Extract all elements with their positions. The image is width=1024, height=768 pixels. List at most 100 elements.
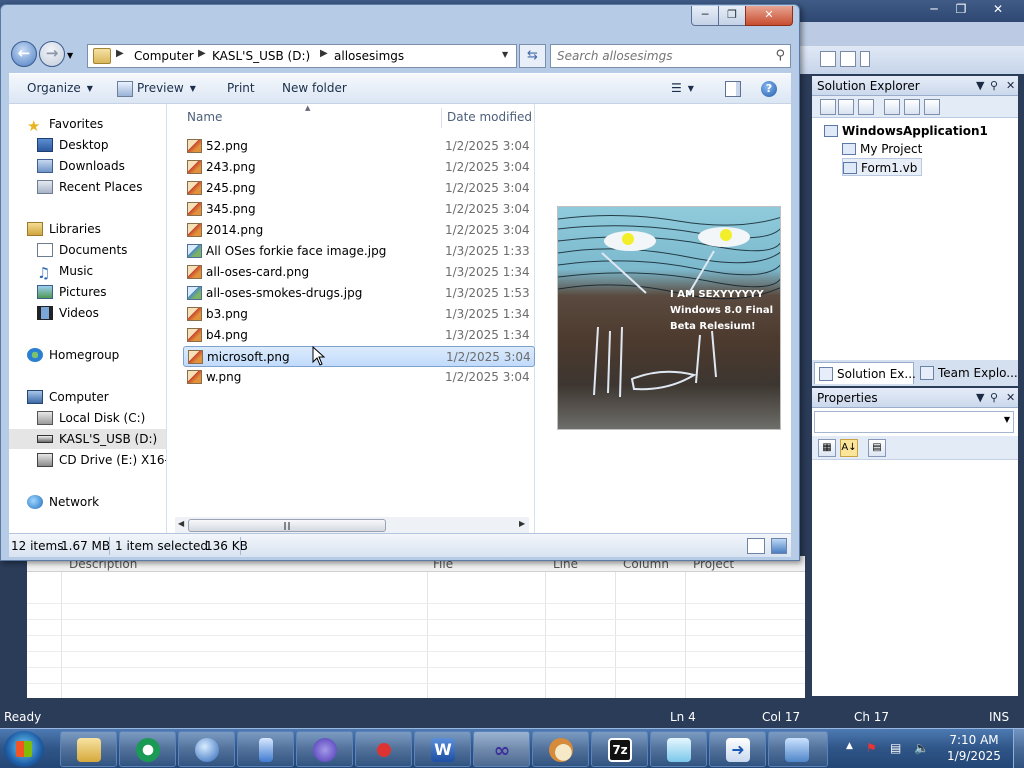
toolbar-icon-window[interactable]	[840, 51, 856, 67]
taskbar-paint[interactable]	[532, 731, 589, 767]
taskbar-notepad[interactable]	[650, 731, 707, 767]
close-icon[interactable]: ✕	[1006, 76, 1015, 96]
column-header-date[interactable]: Date modified	[447, 110, 532, 124]
nav-music[interactable]: ♫ Music	[37, 261, 93, 282]
refresh-button[interactable]: ⇆	[519, 44, 546, 68]
address-dropdown-icon[interactable]: ▼	[502, 50, 508, 59]
alphabetical-icon[interactable]: A↓	[840, 439, 858, 457]
nav-local-disk[interactable]: Local Disk (C:)	[37, 408, 145, 428]
address-bar[interactable]: ▶ Computer ▶ KASL'S_USB (D:) ▶ allosesim…	[87, 44, 517, 68]
preview-pane-icon[interactable]	[725, 81, 741, 97]
show-all-files-icon[interactable]	[838, 99, 854, 115]
nav-videos[interactable]: Videos	[37, 303, 99, 323]
nav-pictures[interactable]: Pictures	[37, 282, 107, 302]
vs-minimize-button[interactable]: ─	[920, 0, 948, 19]
taskbar-app-5[interactable]	[296, 731, 353, 767]
nav-recent-places[interactable]: Recent Places	[37, 177, 142, 197]
file-row[interactable]: All OSes forkie face image.jpg 1/3/2025 1…	[183, 241, 535, 262]
file-row[interactable]: all-oses-smokes-drugs.jpg 1/3/2025 1:53 P…	[183, 283, 535, 304]
view-designer-icon[interactable]	[904, 99, 920, 115]
help-icon[interactable]: ?	[761, 81, 777, 97]
file-row[interactable]: b4.png 1/3/2025 1:34 PM	[183, 325, 535, 346]
organize-button[interactable]: Organize ▼	[27, 81, 93, 95]
search-box[interactable]: ⚲	[550, 44, 791, 68]
nav-cd-drive[interactable]: CD Drive (E:) X16-81	[37, 450, 166, 470]
taskbar-word[interactable]: W	[414, 731, 471, 767]
horizontal-scrollbar[interactable]: ◀ ‖‖ ▶	[175, 517, 529, 534]
tree-my-project-node[interactable]: My Project	[842, 140, 922, 158]
taskbar-explorer[interactable]	[60, 731, 117, 767]
show-desktop-button[interactable]	[1013, 729, 1024, 768]
refresh-icon[interactable]	[858, 99, 874, 115]
scrollbar-thumb[interactable]: ‖‖	[188, 519, 386, 532]
taskbar-7zip[interactable]: 7z	[591, 731, 648, 767]
file-row[interactable]: 245.png 1/2/2025 3:04 AM	[183, 178, 535, 199]
tree-solution-node[interactable]: WindowsApplication1	[824, 122, 988, 140]
file-row[interactable]: 345.png 1/2/2025 3:04 AM	[183, 199, 535, 220]
file-row[interactable]: b3.png 1/3/2025 1:34 PM	[183, 304, 535, 325]
breadcrumb-computer[interactable]: Computer	[134, 49, 194, 63]
file-row[interactable]: 243.png 1/2/2025 3:04 AM	[183, 157, 535, 178]
start-button[interactable]	[4, 731, 44, 767]
minimize-button[interactable]: ─	[691, 6, 719, 26]
search-input[interactable]	[557, 48, 767, 64]
system-clock[interactable]: 7:10 AM 1/9/2025	[940, 732, 1008, 764]
new-folder-button[interactable]: New folder	[282, 81, 347, 95]
nav-downloads[interactable]: Downloads	[37, 156, 125, 176]
nav-network[interactable]: Network	[27, 492, 99, 512]
nav-documents[interactable]: Documents	[37, 240, 127, 260]
class-diagram-icon[interactable]	[924, 99, 940, 115]
volume-icon[interactable]: 🔈	[914, 741, 929, 755]
file-row[interactable]: 2014.png 1/2/2025 3:04 AM	[183, 220, 535, 241]
show-hidden-icons[interactable]: ▲	[846, 741, 853, 751]
column-header-name[interactable]: Name	[187, 110, 222, 124]
file-row[interactable]: microsoft.png 1/2/2025 3:04 AM	[183, 346, 535, 367]
breadcrumb-current-folder[interactable]: allosesimgs	[334, 49, 404, 63]
dropdown-arrow-icon[interactable]: ▼	[976, 76, 984, 96]
forward-button[interactable]: →	[39, 41, 65, 67]
details-view-icon[interactable]	[747, 538, 765, 554]
maximize-button[interactable]: ❐	[718, 6, 746, 26]
tab-team-explorer[interactable]: Team Explo...	[916, 362, 1018, 384]
view-code-icon[interactable]	[884, 99, 900, 115]
chevron-right-icon[interactable]: ▶	[198, 48, 206, 59]
tab-solution-explorer[interactable]: Solution Ex...	[814, 362, 916, 384]
chevron-right-icon[interactable]: ▶	[320, 48, 328, 59]
nav-favorites[interactable]: ★ Favorites	[27, 114, 103, 135]
chevron-right-icon[interactable]: ▶	[116, 48, 124, 59]
pin-icon[interactable]: ⚲	[990, 388, 998, 408]
preview-button[interactable]: Preview ▼	[137, 81, 196, 95]
properties-tool-icon[interactable]	[820, 99, 836, 115]
nav-libraries[interactable]: Libraries	[27, 219, 101, 239]
taskbar-app-2[interactable]	[119, 731, 176, 767]
search-icon[interactable]: ⚲	[775, 48, 785, 63]
categorized-icon[interactable]: ▦	[818, 439, 836, 457]
taskbar-app-3[interactable]	[178, 731, 235, 767]
change-view-icon[interactable]: ☰ ▼	[671, 81, 694, 95]
back-button[interactable]: ←	[11, 41, 37, 67]
breadcrumb-usb-drive[interactable]: KASL'S_USB (D:)	[212, 49, 310, 63]
nav-usb-drive[interactable]: KASL'S_USB (D:)	[9, 429, 166, 449]
scroll-right-icon[interactable]: ▶	[519, 519, 525, 528]
scroll-left-icon[interactable]: ◀	[178, 519, 184, 528]
vs-restore-button[interactable]: ❐	[948, 0, 974, 19]
toolbar-icon-delete[interactable]	[820, 51, 836, 67]
close-button[interactable]: ✕	[745, 6, 793, 26]
property-pages-icon[interactable]: ▤	[868, 439, 886, 457]
column-divider[interactable]	[441, 108, 442, 128]
taskbar-app-4[interactable]	[237, 731, 294, 767]
object-selector-combo[interactable]: ▼	[814, 411, 1014, 433]
nav-desktop[interactable]: Desktop	[37, 135, 109, 155]
tree-form1-node[interactable]: Form1.vb	[842, 158, 923, 176]
taskbar-visual-studio[interactable]: ∞	[473, 731, 530, 767]
toolbar-dropdown-icon[interactable]	[860, 51, 870, 67]
print-button[interactable]: Print	[227, 81, 255, 95]
large-icons-view-icon[interactable]	[771, 538, 787, 554]
close-icon[interactable]: ✕	[1006, 388, 1015, 408]
file-row[interactable]: w.png 1/2/2025 3:04 AM	[183, 367, 535, 388]
file-row[interactable]: 52.png 1/2/2025 3:04 AM	[183, 136, 535, 157]
taskbar-app-12[interactable]: ➜	[709, 731, 766, 767]
taskbar-app-6[interactable]	[355, 731, 412, 767]
file-row[interactable]: all-oses-card.png 1/3/2025 1:34 PM	[183, 262, 535, 283]
dropdown-arrow-icon[interactable]: ▼	[976, 388, 984, 408]
